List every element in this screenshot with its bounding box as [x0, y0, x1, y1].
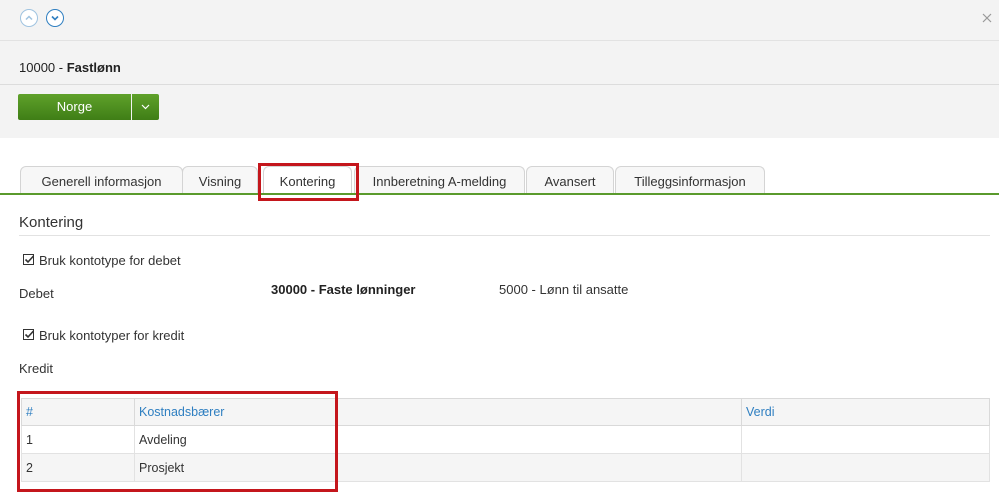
tab-highlight-box: [258, 163, 359, 201]
record-name: Fastlønn: [66, 60, 121, 75]
country-button[interactable]: Norge: [18, 94, 131, 120]
debet-checkbox-label: Bruk kontotype for debet: [39, 253, 181, 268]
debet-account-description: 5000 - Lønn til ansatte: [499, 282, 629, 297]
close-icon: [982, 13, 992, 23]
close-button[interactable]: [981, 12, 993, 24]
tab-avansert[interactable]: Avansert: [526, 166, 614, 193]
chevron-down-icon: [51, 15, 59, 21]
row-verdi[interactable]: [741, 453, 990, 482]
tab-visning[interactable]: Visning: [182, 166, 258, 193]
kredit-checkbox-label: Bruk kontotyper for kredit: [39, 328, 185, 343]
action-area: Norge: [0, 85, 999, 138]
kredit-label: Kredit: [19, 361, 53, 376]
country-dropdown-toggle[interactable]: [132, 94, 159, 120]
country-split-button: Norge: [18, 94, 159, 120]
previous-record-button[interactable]: [20, 9, 38, 27]
tab-tilleggsinformasjon[interactable]: Tilleggsinformasjon: [615, 166, 765, 193]
record-header: 10000 - Fastlønn: [0, 41, 999, 85]
tabs-underline: [0, 193, 999, 195]
debet-checkbox-row[interactable]: Bruk kontotype for debet: [23, 253, 181, 268]
next-record-button[interactable]: [46, 9, 64, 27]
checkbox-checked-icon[interactable]: [23, 329, 35, 341]
record-number: 10000 -: [19, 60, 67, 75]
kredit-checkbox-row[interactable]: Bruk kontotyper for kredit: [23, 328, 184, 343]
section-title: Kontering: [19, 214, 84, 231]
row-verdi[interactable]: [741, 425, 990, 454]
section-divider: [19, 235, 990, 236]
tab-generell-informasjon[interactable]: Generell informasjon: [20, 166, 183, 193]
chevron-down-icon: [141, 104, 150, 110]
page-title: 10000 - Fastlønn: [19, 60, 121, 75]
debet-label: Debet: [19, 286, 54, 301]
checkbox-checked-icon[interactable]: [23, 254, 35, 266]
top-bar: [0, 0, 999, 41]
column-header-verdi[interactable]: Verdi: [741, 398, 990, 426]
debet-account: 30000 - Faste lønninger: [271, 282, 416, 297]
chevron-up-icon: [25, 15, 33, 21]
tab-innberetning-a-melding[interactable]: Innberetning A-melding: [354, 166, 525, 193]
table-highlight-box: [17, 391, 338, 492]
